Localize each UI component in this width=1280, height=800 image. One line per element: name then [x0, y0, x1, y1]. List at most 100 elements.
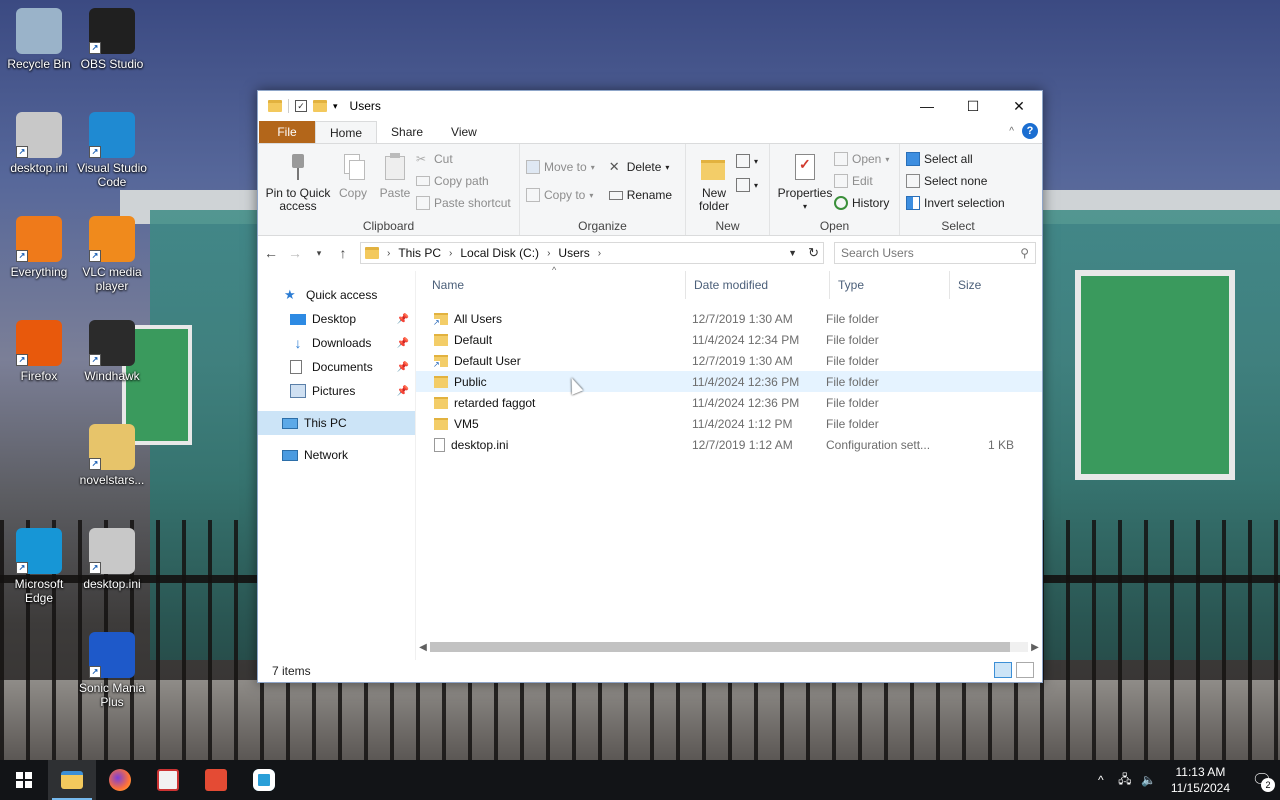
history-label: History	[852, 196, 890, 210]
tab-share[interactable]: Share	[377, 121, 437, 143]
nav-quick-access[interactable]: ★ Quick access	[258, 283, 415, 307]
nav-desktop[interactable]: Desktop 📌	[258, 307, 415, 331]
pin-icon[interactable]: 📌	[397, 338, 409, 349]
collapse-ribbon-icon[interactable]: ^	[1009, 126, 1014, 137]
details-view-icon[interactable]	[994, 662, 1012, 678]
taskbar-notepad-plus[interactable]	[144, 760, 192, 800]
select-none-button[interactable]: Select none	[906, 172, 1005, 190]
new-item-button[interactable]: ▾	[736, 152, 758, 170]
scroll-track[interactable]	[430, 642, 1028, 652]
nav-pictures[interactable]: Pictures 📌	[258, 379, 415, 403]
breadcrumb-users[interactable]: Users	[558, 246, 589, 260]
rename-button[interactable]: Rename	[608, 186, 672, 204]
large-icons-view-icon[interactable]	[1016, 662, 1034, 678]
refresh-icon[interactable]: ↻	[808, 245, 819, 261]
new-item-icon	[736, 154, 750, 168]
file-row[interactable]: All Users 12/7/2019 1:30 AM File folder	[416, 308, 1042, 329]
file-row[interactable]: Public 11/4/2024 12:36 PM File folder	[416, 371, 1042, 392]
recent-locations-button[interactable]: ▾	[312, 248, 326, 259]
scroll-right-icon[interactable]: ▶	[1028, 642, 1042, 653]
tab-file[interactable]: File	[259, 121, 315, 143]
copy-to-button[interactable]: Copy to ▾	[526, 186, 595, 204]
desktop-icon[interactable]: ↗ VLC media player	[73, 216, 151, 293]
chevron-right-icon[interactable]: ›	[449, 248, 452, 259]
desktop-icon[interactable]: ↗ Sonic Mania Plus	[73, 632, 151, 709]
taskbar-file-explorer[interactable]	[48, 760, 96, 800]
taskbar-app-ring[interactable]	[240, 760, 288, 800]
search-input[interactable]: Search Users	[841, 246, 914, 260]
column-size[interactable]: Size	[950, 271, 1030, 299]
new-folder-icon[interactable]	[313, 100, 327, 112]
open-button[interactable]: Open ▾	[834, 150, 889, 168]
desktop-icon[interactable]: Recycle Bin	[0, 8, 78, 71]
scroll-thumb[interactable]	[430, 642, 1011, 652]
file-row[interactable]: retarded faggot 11/4/2024 12:36 PM File fo…	[416, 392, 1042, 413]
column-type[interactable]: Type	[830, 271, 950, 299]
breadcrumb-this-pc[interactable]: This PC	[398, 246, 441, 260]
desktop-icon[interactable]: ↗ Firefox	[0, 320, 78, 383]
breadcrumb-local-disk[interactable]: Local Disk (C:)	[460, 246, 539, 260]
minimize-button[interactable]: —	[904, 91, 950, 121]
easy-access-button[interactable]: ▾	[736, 176, 758, 194]
desktop-icon[interactable]: ↗ Everything	[0, 216, 78, 279]
taskbar-git[interactable]	[192, 760, 240, 800]
close-button[interactable]: ✕	[996, 91, 1042, 121]
volume-muted-icon[interactable]: 🔈	[1137, 773, 1161, 787]
forward-button[interactable]: →	[288, 245, 302, 261]
back-button[interactable]: ←	[264, 245, 278, 261]
customize-dropdown-icon[interactable]: ▾	[333, 101, 338, 112]
chevron-right-icon[interactable]: ›	[598, 248, 601, 259]
clock[interactable]: 11:13 AM 11/15/2024	[1171, 764, 1230, 796]
edit-button[interactable]: Edit	[834, 172, 889, 190]
desktop-icon[interactable]: ↗ desktop.ini	[0, 112, 78, 175]
help-button[interactable]: ?	[1022, 123, 1038, 139]
chevron-right-icon[interactable]: ›	[547, 248, 550, 259]
pin-icon[interactable]: 📌	[397, 314, 409, 325]
desktop-icon[interactable]: ↗ novelstars...	[73, 424, 151, 487]
tab-home[interactable]: Home	[315, 121, 378, 143]
pin-icon[interactable]: 📌	[397, 362, 409, 373]
file-row[interactable]: VM5 11/4/2024 1:12 PM File folder	[416, 413, 1042, 434]
nav-documents[interactable]: Documents 📌	[258, 355, 415, 379]
desktop-icon[interactable]: ↗ OBS Studio	[73, 8, 151, 71]
show-hidden-icons-icon[interactable]: ^	[1089, 773, 1113, 787]
up-button[interactable]: ↑	[336, 245, 350, 261]
desktop-icon[interactable]: ↗ Visual Studio Code	[73, 112, 151, 189]
copy-path-button[interactable]: Copy path	[416, 172, 511, 190]
search-box[interactable]: Search Users ⚲	[834, 242, 1036, 264]
action-center-button[interactable]: 🗨 2	[1244, 770, 1280, 792]
network-status-icon[interactable]: 🖧	[1113, 770, 1137, 791]
move-to-button[interactable]: Move to ▾	[526, 158, 595, 176]
taskbar-firefox[interactable]	[96, 760, 144, 800]
horizontal-scrollbar[interactable]: ◀ ▶	[416, 640, 1042, 654]
properties-check-icon[interactable]: ✓	[295, 100, 307, 112]
history-button[interactable]: History	[834, 194, 889, 212]
title-bar[interactable]: ✓ ▾ Users — ☐ ✕	[258, 91, 1042, 121]
start-button[interactable]	[0, 760, 48, 800]
file-date: 11/4/2024 12:36 PM	[692, 374, 800, 389]
maximize-button[interactable]: ☐	[950, 91, 996, 121]
nav-this-pc[interactable]: This PC	[258, 411, 415, 435]
cut-button[interactable]: ✂ Cut	[416, 150, 511, 168]
file-row[interactable]: Default 11/4/2024 12:34 PM File folder	[416, 329, 1042, 350]
invert-selection-button[interactable]: Invert selection	[906, 194, 1005, 212]
address-box[interactable]: › This PC › Local Disk (C:) › Users › ▼ …	[360, 242, 824, 264]
select-all-button[interactable]: Select all	[906, 150, 1005, 168]
column-name[interactable]: Name	[416, 271, 686, 299]
invert-selection-label: Invert selection	[924, 196, 1005, 210]
column-date-modified[interactable]: Date modified	[686, 271, 830, 299]
desktop-icon[interactable]: ↗ desktop.ini	[73, 528, 151, 591]
tab-view[interactable]: View	[437, 121, 491, 143]
shortcut-arrow-icon: ↗	[16, 146, 28, 158]
desktop-icon[interactable]: ↗ Windhawk	[73, 320, 151, 383]
nav-network[interactable]: Network	[258, 443, 415, 467]
file-row[interactable]: desktop.ini 12/7/2019 1:12 AM Configuratio…	[416, 434, 1042, 455]
delete-button[interactable]: ✕ Delete ▾	[609, 158, 672, 176]
desktop-icon[interactable]: ↗ Microsoft Edge	[0, 528, 78, 605]
scroll-left-icon[interactable]: ◀	[416, 642, 430, 653]
pin-icon[interactable]: 📌	[397, 386, 409, 397]
file-row[interactable]: Default User 12/7/2019 1:30 AM File folder	[416, 350, 1042, 371]
nav-downloads[interactable]: ↓ Downloads 📌	[258, 331, 415, 355]
paste-shortcut-button[interactable]: Paste shortcut	[416, 194, 511, 212]
address-dropdown-icon[interactable]: ▼	[788, 248, 797, 258]
